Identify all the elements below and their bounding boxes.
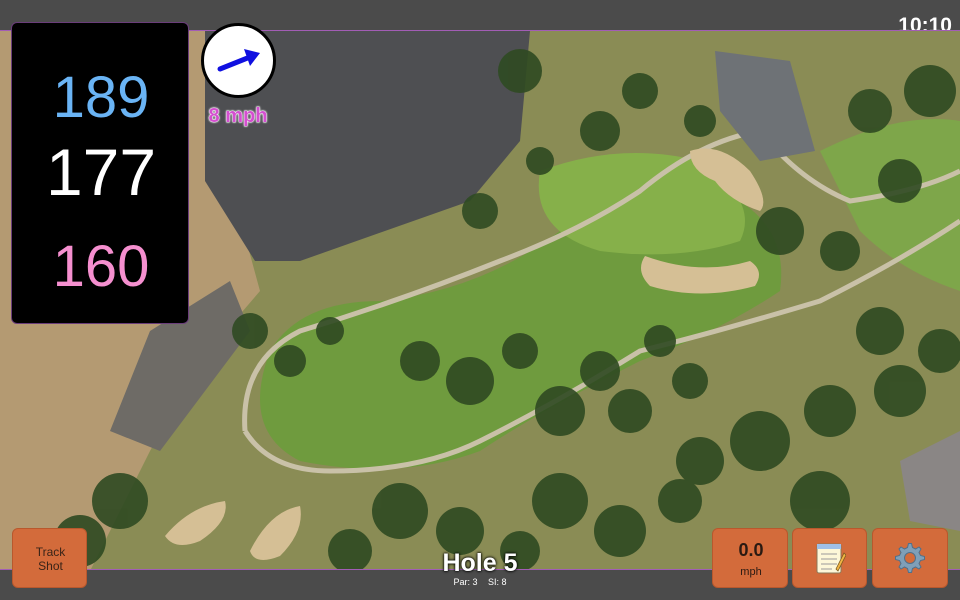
distance-panel: 189 177 160 — [11, 22, 189, 324]
gear-icon — [895, 543, 925, 573]
speed-unit: mph — [740, 566, 762, 578]
settings-button[interactable] — [872, 528, 948, 588]
track-shot-button[interactable]: Track Shot — [12, 528, 87, 588]
speed-value: 0.0 — [738, 540, 764, 560]
distance-back: 189 — [52, 65, 150, 130]
distance-front: 160 — [52, 234, 150, 299]
wind-compass — [201, 23, 276, 98]
hole-stroke-index: SI: 8 — [488, 577, 507, 587]
hole-info: Par: 3 SI: 8 — [400, 577, 560, 587]
speed-button[interactable]: 0.0 mph — [712, 528, 788, 588]
notepad-icon — [816, 543, 846, 574]
distance-middle: 177 — [45, 135, 157, 209]
hole-par: Par: 3 — [453, 577, 478, 587]
notes-button[interactable] — [792, 528, 867, 588]
hole-title: Hole 5 — [442, 549, 518, 577]
track-shot-label: Track Shot — [35, 545, 66, 573]
wind-speed: 8 mph — [208, 105, 268, 128]
wind-arrow-icon — [217, 49, 260, 72]
